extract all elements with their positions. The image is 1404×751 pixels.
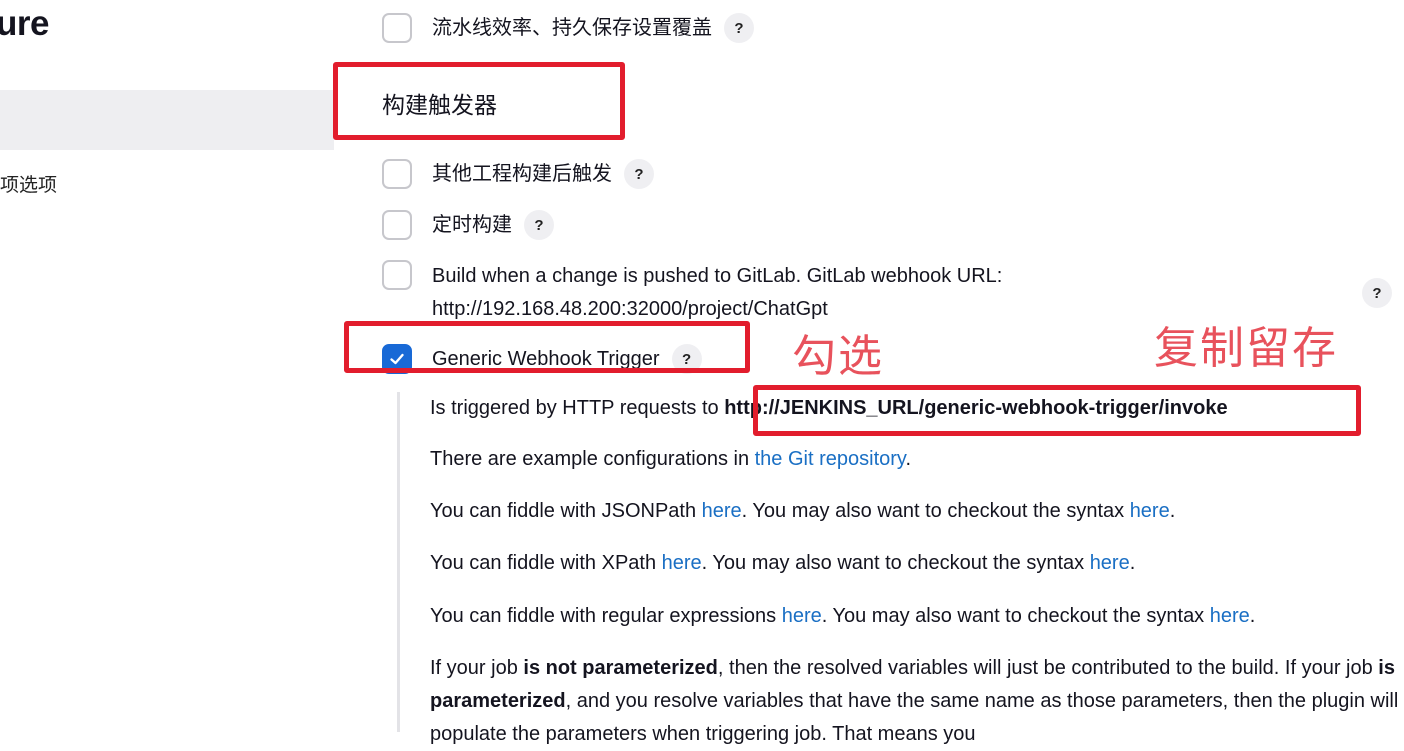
help-paragraph-parameters: If your job is not parameterized, then t… [430, 652, 1400, 751]
annotation-copy: 复制留存 [1154, 323, 1338, 374]
params-bold-not: is not parameterized [523, 657, 718, 679]
xpath-prefix: You can fiddle with XPath [430, 552, 662, 574]
examples-suffix: . [905, 448, 911, 470]
git-repository-link[interactable]: the Git repository [755, 448, 906, 470]
regex-mid: . You may also want to checkout the synt… [821, 605, 1210, 627]
xpath-fiddle-link[interactable]: here [662, 552, 702, 574]
highlight-invoke-url [753, 385, 1361, 436]
params-text-a: If your job [430, 657, 524, 679]
jsonpath-prefix: You can fiddle with JSONPath [430, 500, 702, 522]
periodic-build-label: 定时构建 [432, 214, 512, 236]
help-paragraph-examples: There are example configurations in the … [430, 443, 911, 476]
regex-period: . [1249, 605, 1256, 627]
jsonpath-syntax-link[interactable]: here [1130, 500, 1170, 522]
help-icon[interactable]: ? [524, 210, 554, 240]
gitlab-trigger-checkbox[interactable] [382, 260, 412, 290]
jsonpath-mid: . You may also want to checkout the synt… [741, 500, 1130, 522]
option-after-other-projects: 其他工程构建后触发 ? [382, 158, 654, 190]
regex-fiddle-link[interactable]: here [782, 605, 822, 627]
xpath-period: . [1129, 552, 1136, 574]
help-paragraph-xpath: You can fiddle with XPath here. You may … [430, 547, 1135, 580]
sidebar-item-active[interactable] [0, 90, 334, 150]
help-paragraph-jsonpath: You can fiddle with JSONPath here. You m… [430, 495, 1175, 528]
highlight-generic-webhook [344, 321, 750, 373]
help-icon[interactable]: ? [724, 13, 754, 43]
page-title: ure [0, 4, 49, 43]
sidebar-item-options[interactable]: 项选项 [0, 170, 57, 197]
regex-syntax-link[interactable]: here [1210, 605, 1250, 627]
gitlab-trigger-text: Build when a change is pushed to GitLab.… [432, 265, 1003, 287]
pipeline-durability-checkbox[interactable] [382, 13, 412, 43]
pipeline-durability-label: 流水线效率、持久保存设置覆盖 [432, 17, 712, 39]
after-other-projects-label: 其他工程构建后触发 [432, 163, 612, 185]
jsonpath-fiddle-link[interactable]: here [702, 500, 742, 522]
examples-prefix: There are example configurations in [430, 448, 755, 470]
help-icon[interactable]: ? [1362, 278, 1392, 308]
jsonpath-period: . [1169, 500, 1176, 522]
help-paragraph-regex: You can fiddle with regular expressions … [430, 600, 1255, 633]
after-other-projects-checkbox[interactable] [382, 159, 412, 189]
xpath-syntax-link[interactable]: here [1090, 552, 1130, 574]
help-block-rule [397, 392, 400, 732]
annotation-check: 勾选 [792, 331, 884, 382]
periodic-build-checkbox[interactable] [382, 210, 412, 240]
regex-prefix: You can fiddle with regular expressions [430, 605, 782, 627]
option-periodic-build: 定时构建 ? [382, 209, 554, 241]
highlight-build-triggers [333, 62, 625, 140]
xpath-mid: . You may also want to checkout the synt… [701, 552, 1090, 574]
params-text-e: , and you resolve variables that have th… [430, 690, 1399, 745]
help-icon[interactable]: ? [624, 159, 654, 189]
params-text-c: , then the resolved variables will just … [717, 657, 1379, 679]
invoke-prefix: Is triggered by HTTP requests to [430, 397, 725, 419]
option-pipeline-durability: 流水线效率、持久保存设置覆盖 ? [382, 12, 754, 44]
